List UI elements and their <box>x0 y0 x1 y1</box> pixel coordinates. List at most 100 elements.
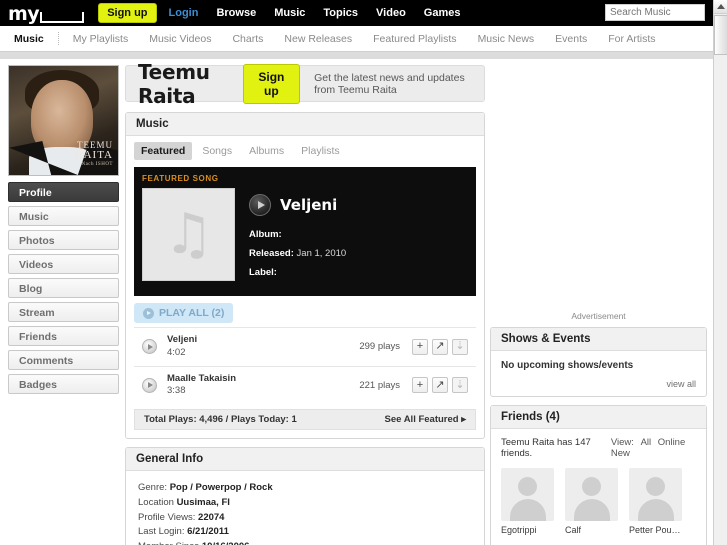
profile-photo[interactable]: TEEMU RAITA Nach ISHOT <box>8 65 119 176</box>
avatar[interactable] <box>565 468 618 521</box>
plus-icon[interactable]: + <box>412 338 428 355</box>
subnav-item-events[interactable]: Events <box>555 33 587 45</box>
info-row-genre: Genre: Pop / Powerpop / Rock <box>138 481 472 496</box>
info-row-member-since: Member Since 10/16/2006 <box>138 540 472 545</box>
profile-side-navigation: Profile Music Photos Videos Blog Stream … <box>8 182 120 394</box>
featured-song-info: Veljeni Album: Released: Jan 1, 2010 Lab… <box>235 188 468 286</box>
friend-name: Egotrippi <box>501 525 537 535</box>
top-link-topics[interactable]: Topics <box>323 7 358 19</box>
top-link-music[interactable]: Music <box>274 7 305 19</box>
general-info-panel: General Info Genre: Pop / Powerpop / Roc… <box>125 447 485 545</box>
shows-events-panel: Shows & Events No upcoming shows/events … <box>490 327 707 397</box>
see-all-featured-link[interactable]: See All Featured ▸ <box>385 414 467 425</box>
featured-song-block: FEATURED SONG ♫ Veljeni Album: Released:… <box>134 167 476 296</box>
site-logo-text: my <box>8 3 40 25</box>
top-login-link[interactable]: Login <box>169 7 199 19</box>
sidebar-item-stream[interactable]: Stream <box>8 302 119 322</box>
friends-filter-online[interactable]: Online <box>658 437 685 448</box>
music-sub-navigation: Music My Playlists Music Videos Charts N… <box>0 26 713 52</box>
top-link-games[interactable]: Games <box>424 7 461 19</box>
share-icon[interactable]: ↗ <box>432 377 448 394</box>
table-row[interactable]: Maalle Takaisin 3:38 221 plays + ↗ ⇣ <box>134 365 476 405</box>
download-icon[interactable]: ⇣ <box>452 377 468 394</box>
tab-albums[interactable]: Albums <box>242 142 291 160</box>
tab-playlists[interactable]: Playlists <box>294 142 347 160</box>
play-all-label: PLAY ALL (2) <box>159 307 225 319</box>
sidebar-item-blog[interactable]: Blog <box>8 278 119 298</box>
subnav-item-for-artists[interactable]: For Artists <box>608 33 655 45</box>
scroll-up-arrow-icon[interactable] <box>714 0 727 14</box>
page-root: my Sign up Login Browse Music Topics Vid… <box>0 0 727 545</box>
top-link-video[interactable]: Video <box>376 7 406 19</box>
info-value-location: Uusimaa, FI <box>176 496 230 508</box>
sidebar-item-badges[interactable]: Badges <box>8 374 119 394</box>
track-play-icon[interactable] <box>142 339 157 355</box>
site-logo[interactable]: my <box>8 2 85 25</box>
top-signup-button[interactable]: Sign up <box>98 3 157 23</box>
scrollbar-thumb[interactable] <box>714 15 727 55</box>
track-plays: 299 plays <box>359 341 400 353</box>
total-plays-text: Total Plays: 4,496 / Plays Today: 1 <box>144 414 297 426</box>
profile-photo-caption-line2: RAITA <box>75 149 113 162</box>
track-info: Maalle Takaisin 3:38 <box>167 373 359 399</box>
info-row-last-login: Last Login: 6/21/2011 <box>138 525 472 540</box>
advertisement-slot <box>490 65 707 307</box>
search-input[interactable] <box>605 4 705 21</box>
table-row[interactable]: Veljeni 4:02 299 plays + ↗ ⇣ <box>134 327 476 366</box>
featured-play-button[interactable] <box>249 194 271 216</box>
subnav-item-my-playlists[interactable]: My Playlists <box>73 33 128 45</box>
subnav-item-charts[interactable]: Charts <box>232 33 263 45</box>
profile-photo-caption-line3: Nach ISHOT <box>81 161 113 167</box>
info-value-profile-views: 22074 <box>198 511 225 523</box>
shows-events-view-all-link[interactable]: view all <box>491 375 706 396</box>
info-label-location: Location <box>138 496 174 508</box>
info-value-genre: Pop / Powerpop / Rock <box>169 482 273 494</box>
sidebar-item-music[interactable]: Music <box>8 206 119 226</box>
music-panel: Music Featured Songs Albums Playlists FE… <box>125 112 485 440</box>
list-item[interactable]: Petter Pousar <box>629 468 682 535</box>
subnav-item-new-releases[interactable]: New Releases <box>284 33 352 45</box>
subnav-item-music-videos[interactable]: Music Videos <box>149 33 211 45</box>
play-all-button[interactable]: PLAY ALL (2) <box>134 303 234 323</box>
plus-icon[interactable]: + <box>412 377 428 394</box>
avatar[interactable] <box>501 468 554 521</box>
friends-filter-all[interactable]: All <box>641 437 652 448</box>
featured-meta-released-value: Jan 1, 2010 <box>296 248 347 259</box>
friend-name: Petter Pousar <box>629 525 682 535</box>
friends-panel: Friends (4) Teemu Raita has 147 friends.… <box>490 405 707 545</box>
artist-signup-note: Get the latest news and updates from Tee… <box>314 71 465 96</box>
shows-events-title: Shows & Events <box>491 328 706 351</box>
subnav-item-featured-playlists[interactable]: Featured Playlists <box>373 33 456 45</box>
page-title: Teemu Raita <box>138 59 210 108</box>
list-item[interactable]: Calf <box>565 468 618 535</box>
info-label-last-login: Last Login: <box>138 526 185 538</box>
featured-song-title: Veljeni <box>280 196 338 214</box>
top-link-browse[interactable]: Browse <box>216 7 256 19</box>
share-icon[interactable]: ↗ <box>432 338 448 355</box>
sidebar-item-profile[interactable]: Profile <box>8 182 119 202</box>
artist-signup-button[interactable]: Sign up <box>242 63 301 104</box>
play-icon <box>143 307 154 319</box>
track-play-icon[interactable] <box>142 377 157 393</box>
friends-view-filters: View: All Online New <box>607 437 696 459</box>
subnav-item-music[interactable]: Music <box>14 33 44 45</box>
subnav-item-music-news[interactable]: Music News <box>478 33 535 45</box>
tab-featured[interactable]: Featured <box>134 142 193 160</box>
friends-view-label: View: <box>610 437 634 448</box>
sidebar-item-photos[interactable]: Photos <box>8 230 119 250</box>
featured-meta-label-label: Label: <box>249 267 277 278</box>
list-item[interactable]: Egotrippi <box>501 468 554 535</box>
track-duration: 4:02 <box>167 346 186 358</box>
avatar[interactable] <box>629 468 682 521</box>
sidebar-item-videos[interactable]: Videos <box>8 254 119 274</box>
tab-songs[interactable]: Songs <box>195 142 239 160</box>
friends-filter-new[interactable]: New <box>611 448 630 459</box>
subnav-shadow-strip <box>0 52 713 59</box>
sidebar-item-comments[interactable]: Comments <box>8 350 119 370</box>
track-info: Veljeni 4:02 <box>167 334 359 360</box>
vertical-scrollbar[interactable] <box>713 0 727 545</box>
featured-meta-released-label: Released: <box>249 248 294 259</box>
sidebar-item-friends[interactable]: Friends <box>8 326 119 346</box>
download-icon[interactable]: ⇣ <box>452 338 468 355</box>
info-label-genre: Genre: <box>138 482 168 494</box>
